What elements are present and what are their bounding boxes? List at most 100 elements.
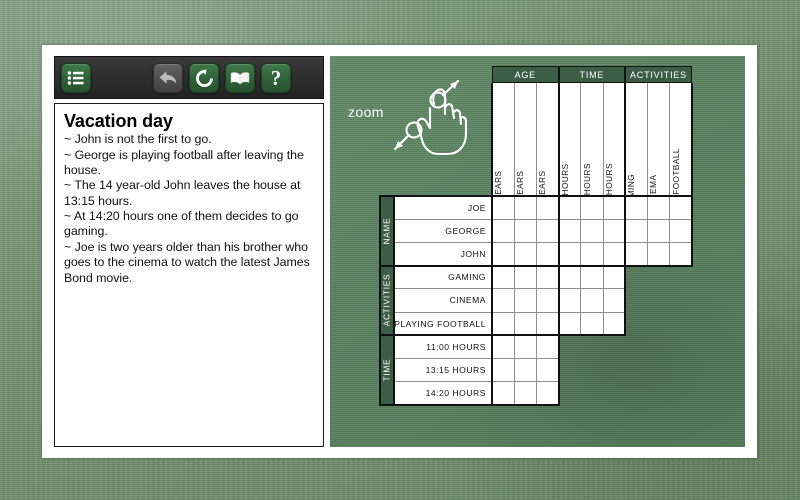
grid-cell[interactable]: [669, 219, 692, 243]
grid-cell[interactable]: [536, 312, 559, 336]
row-group-label: NAME: [382, 217, 392, 245]
grid-cell[interactable]: [536, 358, 559, 382]
grid-cell[interactable]: [514, 196, 537, 220]
grid-cell[interactable]: [625, 242, 648, 266]
row-label: CINEMA: [394, 288, 492, 312]
column-group-header: AGE: [492, 66, 559, 83]
grid-cell[interactable]: [558, 219, 581, 243]
grid-divider: [646, 83, 648, 196]
grid-cell[interactable]: [536, 335, 559, 359]
grid-cell[interactable]: [492, 196, 515, 220]
row-label: JOHN: [394, 242, 492, 266]
grid-cell[interactable]: [536, 265, 559, 289]
grid-border: [624, 264, 627, 337]
grid-cell[interactable]: [580, 242, 603, 266]
column-label: PLAYING FOOTBALL: [670, 83, 692, 236]
menu-button[interactable]: [61, 63, 91, 93]
grid-border: [380, 194, 693, 198]
grid-cell[interactable]: [603, 196, 626, 220]
grid-cell[interactable]: [580, 288, 603, 312]
book-button[interactable]: [225, 63, 255, 93]
grid-cell[interactable]: [492, 242, 515, 266]
grid-border: [557, 194, 560, 267]
grid-cell[interactable]: [492, 335, 515, 359]
grid-cell[interactable]: [669, 242, 692, 266]
grid-border: [624, 83, 627, 196]
grid-divider: [646, 196, 648, 266]
grid-cell[interactable]: [580, 265, 603, 289]
grid-cell[interactable]: [514, 219, 537, 243]
book-icon: [230, 71, 250, 86]
grid-divider: [580, 196, 582, 266]
grid-divider: [580, 265, 582, 336]
grid-cell[interactable]: [603, 265, 626, 289]
grid-cell[interactable]: [514, 358, 537, 382]
column-group-header: ACTIVITIES: [625, 66, 692, 83]
app-screen: ? Vacation day ~ John is not the first t…: [0, 0, 800, 500]
row-label: 14:20 HOURS: [394, 381, 492, 405]
grid-cell[interactable]: [536, 196, 559, 220]
grid-cell[interactable]: [580, 196, 603, 220]
grid-cell[interactable]: [625, 219, 648, 243]
grid-cell[interactable]: [514, 381, 537, 405]
page-title: Vacation day: [64, 111, 173, 131]
row-label: 11:00 HOURS: [394, 335, 492, 359]
grid-cell[interactable]: [492, 219, 515, 243]
logic-grid: AGE 14 YEARS 16 YEARS 18 YEARS TIME 11:00 HOU…: [378, 56, 745, 447]
grid-cell[interactable]: [647, 219, 670, 243]
help-button[interactable]: ?: [261, 63, 291, 93]
grid-cell[interactable]: [603, 288, 626, 312]
grid-cell[interactable]: [536, 381, 559, 405]
grid-divider: [669, 196, 671, 266]
grid-divider: [394, 357, 559, 359]
grid-border: [392, 264, 396, 337]
grid-border: [490, 194, 494, 267]
grid-cell[interactable]: [647, 196, 670, 220]
column-label: 14:20 HOURS: [603, 83, 625, 221]
zoom-hint-label: zoom: [348, 104, 384, 120]
row-group-label: ACTIVITIES: [382, 274, 392, 327]
row-group-band: ACTIVITIES: [380, 265, 394, 336]
grid-border: [392, 334, 396, 406]
grid-board: zoom AGE 14 YEARS 16 YEARS 18 YEARS TIME…: [330, 56, 745, 447]
column-label: CINEMA: [647, 83, 669, 210]
row-label: GAMING: [394, 265, 492, 289]
grid-cell[interactable]: [514, 242, 537, 266]
restart-button[interactable]: [189, 63, 219, 93]
grid-cell[interactable]: [492, 358, 515, 382]
grid-cell[interactable]: [558, 288, 581, 312]
grid-cell[interactable]: [558, 242, 581, 266]
grid-cell[interactable]: [580, 312, 603, 336]
grid-border: [557, 83, 560, 196]
grid-cell[interactable]: [514, 265, 537, 289]
grid-cell[interactable]: [492, 312, 515, 336]
grid-cell[interactable]: [625, 196, 648, 220]
grid-border: [378, 264, 382, 337]
grid-cell[interactable]: [669, 196, 692, 220]
grid-cell[interactable]: [603, 242, 626, 266]
grid-cell[interactable]: [492, 381, 515, 405]
grid-cell[interactable]: [536, 288, 559, 312]
grid-cell[interactable]: [492, 265, 515, 289]
grid-cell[interactable]: [492, 288, 515, 312]
grid-cell[interactable]: [558, 265, 581, 289]
grid-cell[interactable]: [514, 288, 537, 312]
grid-cell[interactable]: [647, 242, 670, 266]
grid-cell[interactable]: [603, 312, 626, 336]
row-label: JOE: [394, 196, 492, 220]
grid-divider: [602, 83, 604, 196]
grid-cell[interactable]: [514, 312, 537, 336]
left-pane: ? Vacation day ~ John is not the first t…: [54, 56, 324, 447]
grid-cell[interactable]: [603, 219, 626, 243]
grid-cell[interactable]: [536, 242, 559, 266]
row-label: GEORGE: [394, 219, 492, 243]
grid-cell[interactable]: [514, 335, 537, 359]
undo-button[interactable]: [153, 63, 183, 93]
grid-divider: [394, 311, 626, 313]
grid-cell[interactable]: [558, 312, 581, 336]
clue-item: ~ At 14:20 hours one of them decides to …: [64, 209, 299, 239]
grid-border: [490, 334, 494, 406]
grid-cell[interactable]: [558, 196, 581, 220]
grid-cell[interactable]: [580, 219, 603, 243]
grid-cell[interactable]: [536, 219, 559, 243]
